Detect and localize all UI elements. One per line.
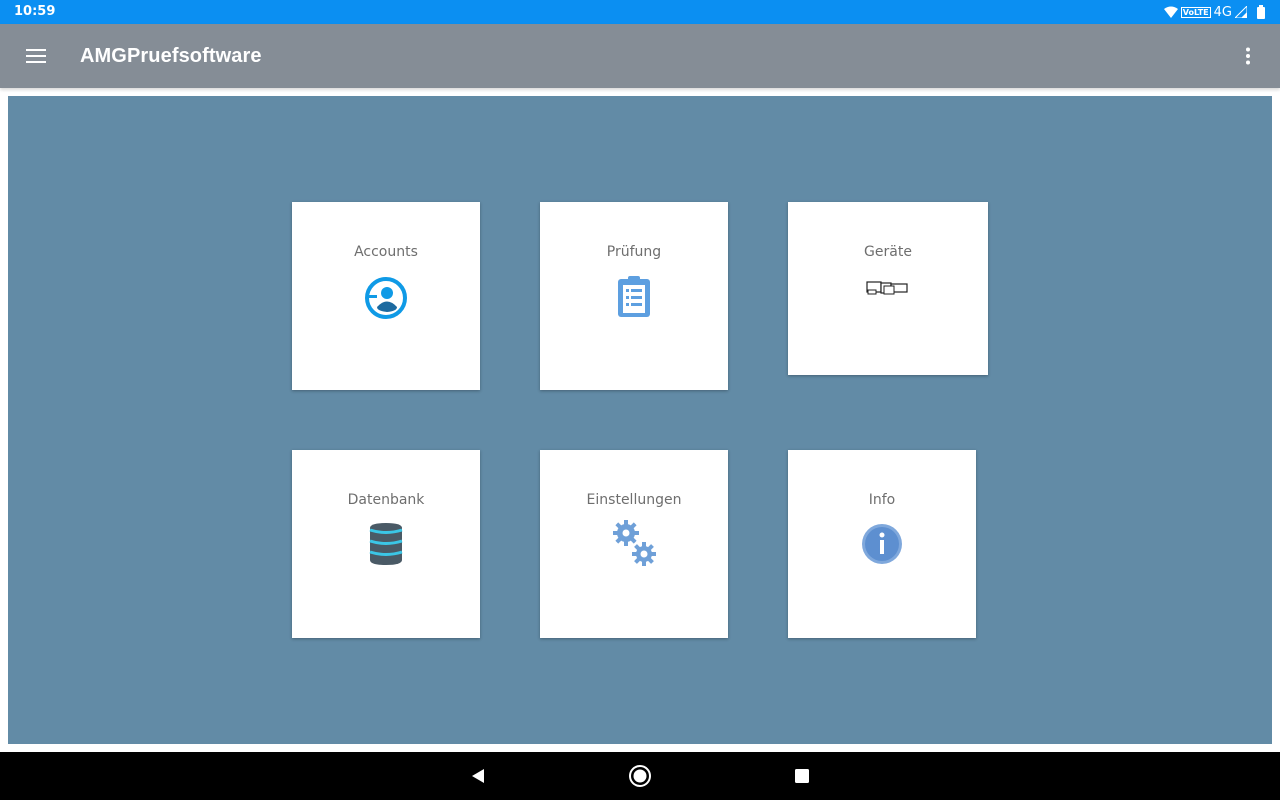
tile-label: Datenbank [347, 492, 425, 508]
clipboard-list-icon [618, 276, 650, 317]
more-vertical-icon [1246, 47, 1250, 65]
network-type: 4G [1213, 4, 1232, 20]
menu-button[interactable] [18, 38, 54, 74]
overflow-menu-button[interactable] [1234, 38, 1262, 74]
dashboard-area: Accounts Prüfung Geräte Datenbank Einste… [8, 96, 1272, 744]
recents-button[interactable] [790, 764, 814, 788]
info-icon [862, 524, 902, 564]
tile-label: Info [868, 492, 896, 508]
tile-label: Accounts [354, 244, 418, 260]
tile-pruefung[interactable]: Prüfung [540, 202, 728, 390]
status-time: 10:59 [14, 4, 56, 19]
tile-label: Geräte [864, 244, 912, 260]
battery-icon [1257, 5, 1265, 19]
app-bar: AMGPruefsoftware [0, 24, 1280, 88]
volte-badge: VoLTE [1180, 6, 1211, 18]
home-icon [629, 765, 651, 787]
tile-geraete[interactable]: Geräte [788, 202, 988, 375]
tile-datenbank[interactable]: Datenbank [292, 450, 480, 638]
back-button[interactable] [466, 764, 490, 788]
home-button[interactable] [628, 764, 652, 788]
app-title: AMGPruefsoftware [80, 45, 262, 67]
tile-label: Prüfung [606, 244, 662, 260]
database-icon [369, 523, 403, 565]
tile-einstellungen[interactable]: Einstellungen [540, 450, 728, 638]
signal-icon [1235, 6, 1247, 18]
tile-info[interactable]: Info [788, 450, 976, 638]
hamburger-menu-icon [26, 49, 46, 63]
tile-accounts[interactable]: Accounts [292, 202, 480, 390]
system-nav-bar [0, 752, 1280, 800]
devices-icon [866, 281, 908, 295]
status-bar: 10:59 VoLTE 4G [0, 0, 1280, 24]
status-icons: VoLTE 4G [1163, 4, 1266, 20]
account-circle-icon [365, 277, 407, 319]
gears-icon [613, 520, 656, 566]
wifi-icon [1163, 6, 1178, 18]
back-icon [472, 769, 484, 783]
tile-label: Einstellungen [586, 492, 682, 508]
recents-icon [795, 769, 809, 783]
